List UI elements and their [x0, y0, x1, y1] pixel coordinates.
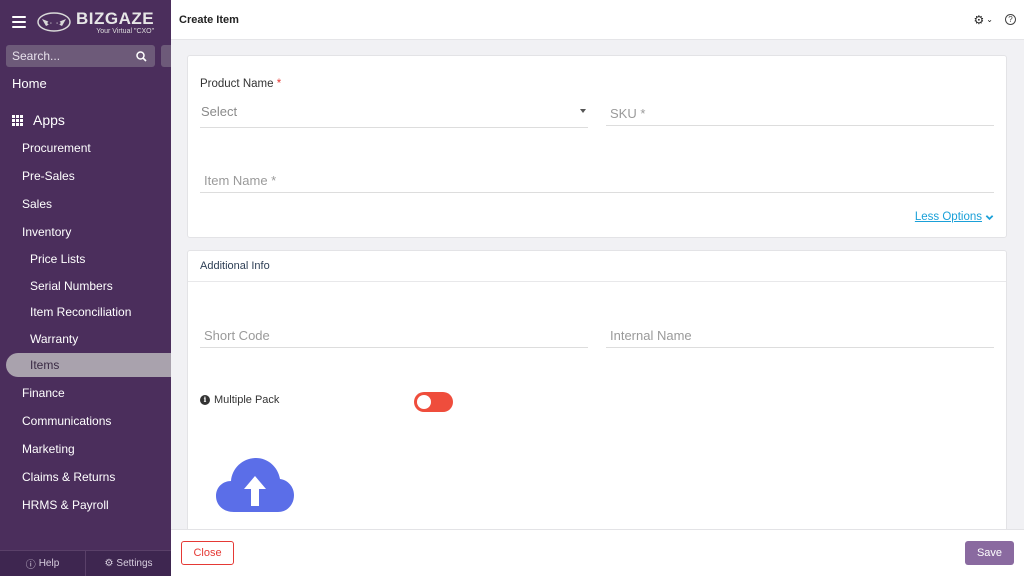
sidebar-item-serial-numbers[interactable]: Serial Numbers — [0, 273, 171, 300]
help-button[interactable]: ⓘ Help — [0, 551, 85, 576]
brand-logo[interactable]: BIZGAZE Your Virtual "CXO" — [36, 10, 154, 35]
brand-logo-icon — [37, 12, 71, 32]
sidebar-item-procurement[interactable]: Procurement — [0, 134, 171, 162]
short-code-field[interactable] — [200, 324, 588, 348]
panel-header: Create Item ⚙ ⌄ ? — [171, 0, 1024, 40]
less-options-link[interactable]: Less Options — [915, 211, 994, 223]
item-basic-card: Product Name * Select Less Options — [187, 55, 1007, 238]
search-input[interactable] — [12, 49, 122, 63]
additional-info-card: Additional Info i Multiple Pack — [187, 250, 1007, 540]
info-icon[interactable]: i — [200, 395, 210, 405]
sidebar-item-pre-sales[interactable]: Pre-Sales — [0, 162, 171, 190]
additional-info-title: Additional Info — [200, 260, 270, 272]
settings-dropdown[interactable]: ⚙ ⌄ — [974, 13, 993, 27]
product-name-label: Product Name * — [200, 78, 282, 90]
internal-name-field[interactable] — [606, 324, 994, 348]
help-label: Help — [38, 558, 60, 569]
help-circle-icon: ⓘ — [25, 560, 36, 571]
apps-grid-icon — [12, 114, 23, 126]
item-name-field[interactable] — [200, 169, 994, 193]
search-icon[interactable] — [136, 50, 147, 62]
page-title: Create Item — [179, 13, 239, 26]
chevron-down-icon — [985, 214, 994, 220]
close-button[interactable]: Close — [181, 541, 234, 565]
sidebar-search — [6, 45, 156, 67]
sidebar-search-extra[interactable] — [161, 45, 171, 67]
brand-tagline: Your Virtual "CXO" — [96, 27, 155, 35]
settings-label: Settings — [116, 558, 153, 569]
save-button[interactable]: Save — [965, 541, 1014, 565]
help-icon[interactable]: ? — [1005, 14, 1016, 25]
sidebar-item-marketing[interactable]: Marketing — [0, 435, 171, 463]
hamburger-menu-icon[interactable] — [12, 16, 26, 28]
settings-gear-icon: ⚙ — [104, 558, 114, 569]
sidebar-item-finance[interactable]: Finance — [0, 379, 171, 407]
sidebar-item-price-lists[interactable]: Price Lists — [0, 246, 171, 273]
sidebar-item-item-reconciliation[interactable]: Item Reconciliation — [0, 299, 171, 326]
chevron-down-icon: ⌄ — [986, 15, 993, 24]
sidebar-item-hrms-payroll[interactable]: HRMS & Payroll — [0, 491, 171, 519]
settings-button[interactable]: ⚙ Settings — [85, 551, 171, 576]
sidebar-item-items[interactable]: Items — [6, 353, 171, 377]
sku-field[interactable] — [606, 102, 994, 126]
sidebar-item-home[interactable]: Home — [0, 71, 171, 97]
dropdown-arrow-icon — [580, 109, 586, 113]
brand-name: BIZGAZE — [76, 8, 155, 28]
main-panel: Create Item ⚙ ⌄ ? Product Name * Select … — [171, 0, 1024, 576]
sidebar-apps-header[interactable]: Apps — [0, 106, 171, 134]
sidebar-item-warranty[interactable]: Warranty — [0, 326, 171, 353]
sidebar-item-inventory[interactable]: Inventory — [0, 218, 171, 246]
multiple-pack-label: i Multiple Pack — [200, 394, 279, 406]
sidebar: BIZGAZE Your Virtual "CXO" Home Apps Pro… — [0, 0, 171, 576]
product-name-select-value: Select — [201, 104, 238, 119]
apps-label: Apps — [33, 112, 65, 128]
sidebar-item-sales[interactable]: Sales — [0, 190, 171, 218]
product-name-select[interactable]: Select — [200, 104, 588, 128]
sidebar-item-communications[interactable]: Communications — [0, 407, 171, 435]
panel-footer: Close Save — [171, 529, 1024, 576]
sidebar-header: BIZGAZE Your Virtual "CXO" — [0, 0, 171, 44]
toggle-knob — [417, 395, 431, 409]
sidebar-footer: ⓘ Help ⚙ Settings — [0, 550, 171, 576]
upload-cloud-icon[interactable] — [216, 454, 294, 514]
card-divider — [188, 281, 1006, 282]
gear-icon: ⚙ — [973, 12, 985, 27]
multiple-pack-toggle[interactable] — [414, 392, 453, 412]
sidebar-item-claims-returns[interactable]: Claims & Returns — [0, 463, 171, 491]
